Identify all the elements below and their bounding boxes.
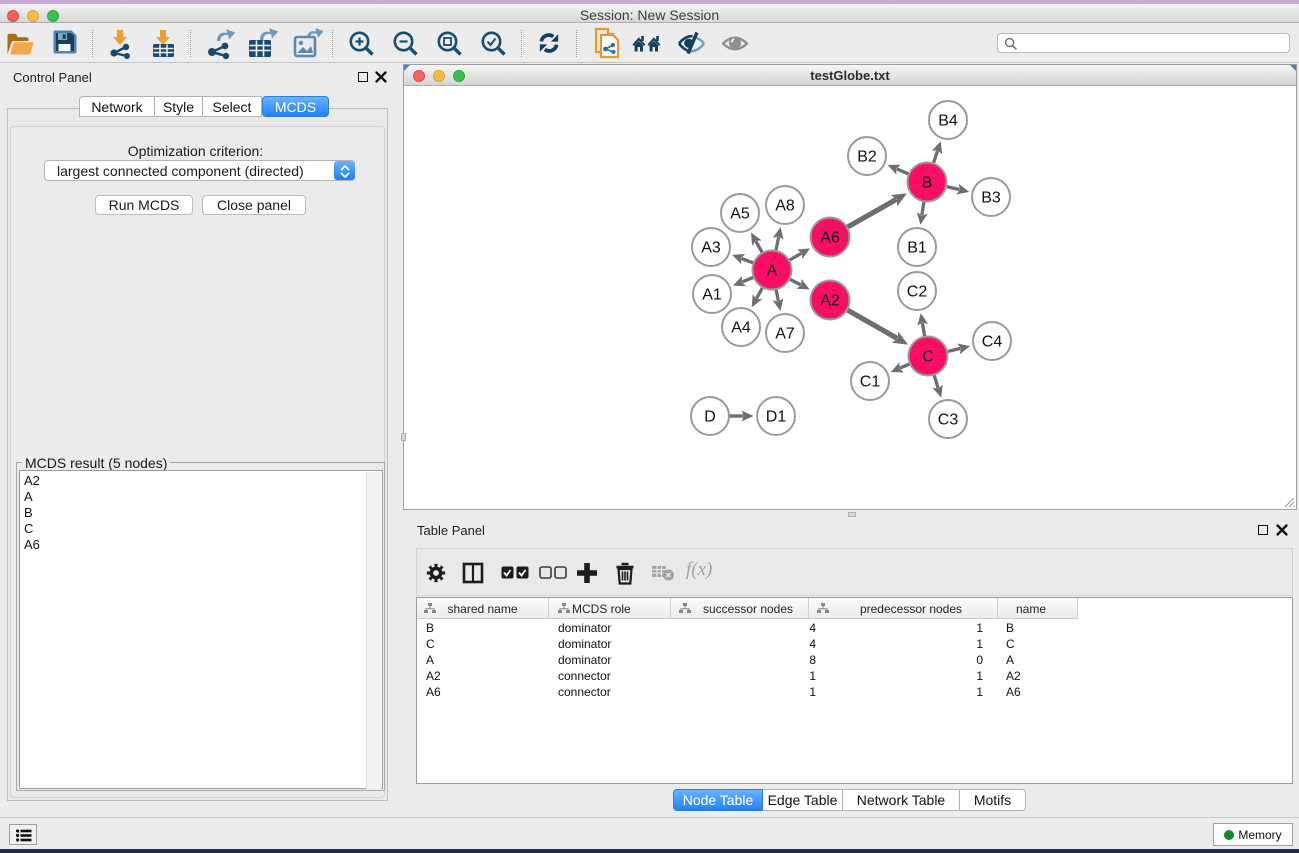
svg-text:B2: B2 xyxy=(857,149,877,166)
svg-text:A: A xyxy=(767,263,778,280)
svg-text:D1: D1 xyxy=(766,409,787,426)
svg-text:B4: B4 xyxy=(938,113,958,130)
svg-text:B3: B3 xyxy=(981,190,1001,207)
svg-text:C: C xyxy=(922,349,934,366)
svg-text:C3: C3 xyxy=(938,412,959,429)
svg-text:A4: A4 xyxy=(731,320,751,337)
svg-text:A1: A1 xyxy=(702,287,722,304)
svg-text:B: B xyxy=(922,175,933,192)
svg-text:C4: C4 xyxy=(982,334,1003,351)
svg-text:A7: A7 xyxy=(775,326,795,343)
svg-text:C1: C1 xyxy=(860,374,881,391)
svg-text:A3: A3 xyxy=(701,240,721,257)
svg-text:A6: A6 xyxy=(820,230,840,247)
svg-text:A5: A5 xyxy=(730,206,750,223)
svg-text:B1: B1 xyxy=(907,240,927,257)
svg-text:D: D xyxy=(704,409,716,426)
svg-text:C2: C2 xyxy=(907,284,928,301)
svg-text:A8: A8 xyxy=(775,198,795,215)
svg-text:A2: A2 xyxy=(820,293,840,310)
